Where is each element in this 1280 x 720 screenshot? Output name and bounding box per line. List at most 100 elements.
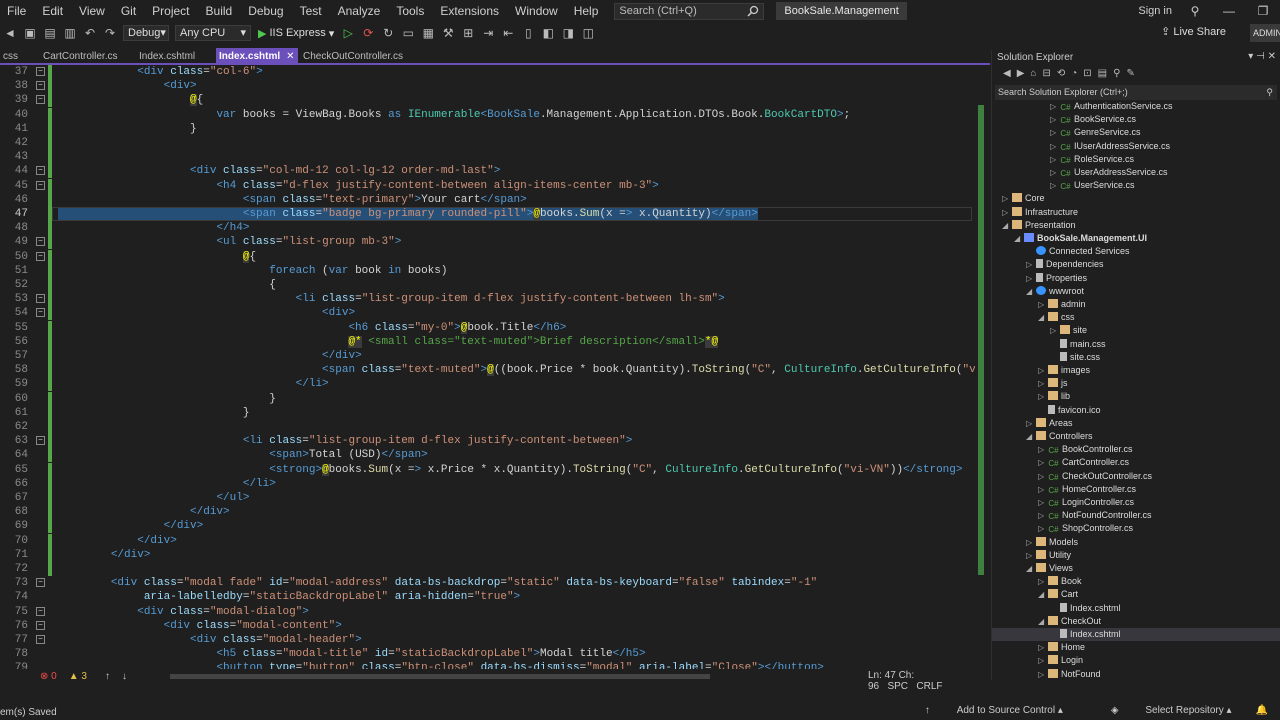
collapsed-icon[interactable]: ▷ bbox=[1038, 298, 1048, 311]
tree-item[interactable]: ▷ C# UserService.cs bbox=[1050, 179, 1135, 192]
save-all-icon[interactable]: ▥ bbox=[62, 25, 78, 41]
code-line[interactable]: 54− <div> bbox=[0, 306, 975, 321]
collapsed-icon[interactable]: ▷ bbox=[1038, 377, 1048, 390]
error-count[interactable]: ⊗ 0 bbox=[40, 671, 57, 682]
up-arrow-icon[interactable]: ↑ bbox=[105, 671, 110, 682]
filter-icon[interactable]: ⚲ bbox=[1113, 68, 1126, 79]
menu-extensions[interactable]: Extensions bbox=[432, 0, 507, 22]
tree-item[interactable]: ▷ Properties bbox=[1026, 272, 1087, 285]
code-line[interactable]: 55 <h6 class="my-0">@book.Title</h6> bbox=[0, 320, 975, 335]
code-line[interactable]: 70 </div> bbox=[0, 533, 975, 548]
redo-icon[interactable]: ↷ bbox=[102, 25, 118, 41]
search-input[interactable]: Search (Ctrl+Q) bbox=[614, 2, 765, 20]
collapse-icon[interactable]: − bbox=[36, 620, 45, 630]
tree-item[interactable]: ◢ Views bbox=[1026, 562, 1073, 575]
tree-item[interactable]: ▷ Login bbox=[1038, 654, 1083, 667]
tree-item[interactable]: ◢ CheckOut bbox=[1038, 615, 1101, 628]
collapse-icon[interactable]: − bbox=[36, 67, 45, 76]
code-line[interactable]: 53− <li class="list-group-item d-flex ju… bbox=[0, 292, 975, 307]
collapsed-icon[interactable]: ▷ bbox=[1038, 522, 1048, 535]
code-line[interactable]: 47 <span class="badge bg-primary rounded… bbox=[0, 207, 975, 221]
collapsed-icon[interactable]: ▷ bbox=[1026, 258, 1036, 271]
code-line[interactable]: 77− <div class="modal-header"> bbox=[0, 633, 975, 647]
collapsed-icon[interactable]: ▷ bbox=[1038, 641, 1048, 654]
add-source-control-button[interactable]: ↑ Add to Source Control ▴ bbox=[901, 705, 1063, 716]
collapsed-icon[interactable]: ▷ bbox=[1038, 654, 1048, 667]
align-icon[interactable]: ⊞ bbox=[460, 25, 476, 41]
switch-views-icon[interactable]: ⊟ bbox=[1042, 68, 1056, 79]
start-without-debug-icon[interactable]: ▷ bbox=[340, 25, 356, 41]
build-icon[interactable]: ⚒ bbox=[440, 25, 456, 41]
menu-build[interactable]: Build bbox=[198, 0, 241, 22]
menu-git[interactable]: Git bbox=[113, 0, 144, 22]
tree-item[interactable]: ▷ C# ShopController.cs bbox=[1038, 522, 1133, 535]
code-line[interactable]: 38− <div> bbox=[0, 79, 975, 94]
collapse-icon[interactable]: − bbox=[36, 237, 45, 247]
code-line[interactable]: 51 foreach (var book in books) bbox=[0, 263, 975, 278]
expanded-icon[interactable]: ◢ bbox=[1038, 615, 1048, 628]
collapsed-icon[interactable]: ▷ bbox=[1002, 206, 1012, 219]
expanded-icon[interactable]: ◢ bbox=[1026, 285, 1036, 298]
tree-item[interactable]: ▷ C# HomeController.cs bbox=[1038, 483, 1136, 496]
code-line[interactable]: 41 } bbox=[0, 121, 975, 136]
sync-icon[interactable]: ⟲ bbox=[1057, 68, 1071, 79]
collapsed-icon[interactable]: ▷ bbox=[1050, 153, 1060, 166]
collapsed-icon[interactable]: ▷ bbox=[1026, 549, 1036, 562]
outdent-icon[interactable]: ⇤ bbox=[500, 25, 516, 41]
tree-item[interactable]: ▷ Utility bbox=[1026, 549, 1071, 562]
code-line[interactable]: 60 } bbox=[0, 391, 975, 406]
code-line[interactable]: 40 var books = ViewBag.Books as IEnumera… bbox=[0, 107, 975, 122]
menu-tools[interactable]: Tools bbox=[388, 0, 432, 22]
undo-icon[interactable]: ↶ bbox=[82, 25, 98, 41]
tree-item[interactable]: ▷ C# LoginController.cs bbox=[1038, 496, 1134, 509]
code-line[interactable]: 45− <h4 class="d-flex justify-content-be… bbox=[0, 178, 975, 193]
menu-help[interactable]: Help bbox=[566, 0, 607, 22]
collapse-icon[interactable]: − bbox=[36, 578, 45, 588]
select-repository-button[interactable]: ◈ Select Repository ▴ bbox=[1087, 705, 1232, 716]
clear-bookmarks-icon[interactable]: ◫ bbox=[580, 25, 596, 41]
tree-item[interactable]: ▷ C# IUserAddressService.cs bbox=[1050, 140, 1170, 153]
live-share-button[interactable]: ⇪ Live Share bbox=[1161, 25, 1226, 38]
tree-item[interactable]: main.css bbox=[1050, 338, 1106, 351]
next-bookmark-icon[interactable]: ◨ bbox=[560, 25, 576, 41]
menu-edit[interactable]: Edit bbox=[34, 0, 71, 22]
collapse-icon[interactable]: − bbox=[36, 180, 45, 190]
tree-item[interactable]: ◢ css bbox=[1038, 311, 1075, 324]
collapse-icon[interactable]: − bbox=[36, 308, 45, 318]
tree-item[interactable]: ▷ C# UserAddressService.cs bbox=[1050, 166, 1168, 179]
tree-item[interactable]: ◢ Presentation bbox=[1002, 219, 1076, 232]
account-icon[interactable]: ⚲ bbox=[1178, 0, 1212, 22]
collapsed-icon[interactable]: ▷ bbox=[1038, 443, 1048, 456]
notifications-icon[interactable]: 🔔 bbox=[1256, 705, 1268, 716]
collapsed-icon[interactable]: ▷ bbox=[1050, 179, 1060, 192]
tree-item[interactable]: favicon.ico bbox=[1038, 404, 1101, 417]
code-line[interactable]: 66 </li> bbox=[0, 476, 975, 491]
refresh-icon[interactable]: ↻ bbox=[380, 25, 396, 41]
code-line[interactable]: 50− @{ bbox=[0, 249, 975, 264]
code-line[interactable]: 61 } bbox=[0, 405, 975, 420]
tab-index-cart[interactable]: Index.cshtml bbox=[136, 48, 198, 65]
run-button[interactable]: ▶ IIS Express ▾ bbox=[258, 27, 334, 40]
code-line[interactable]: 68 </div> bbox=[0, 505, 975, 520]
minimize-button[interactable]: — bbox=[1212, 0, 1246, 22]
code-line[interactable]: 43 bbox=[0, 150, 975, 165]
collapse-icon[interactable]: − bbox=[36, 294, 45, 304]
tree-item[interactable]: ▷ Infrastructure bbox=[1002, 206, 1078, 219]
tree-item[interactable]: Connected Services bbox=[1026, 245, 1130, 258]
collapsed-icon[interactable]: ▷ bbox=[1026, 417, 1036, 430]
tree-item[interactable]: Index.cshtml bbox=[992, 628, 1280, 641]
tree-item[interactable]: ▷ Home bbox=[1038, 641, 1085, 654]
code-line[interactable]: 74 aria-labelledby="staticBackdropLabel"… bbox=[0, 590, 975, 604]
warning-count[interactable]: ▲ 3 bbox=[69, 671, 87, 682]
hot-reload-icon[interactable]: ⟳ bbox=[360, 25, 376, 41]
new-project-icon[interactable]: ▣ bbox=[22, 25, 38, 41]
code-line[interactable]: 42 bbox=[0, 136, 975, 150]
menu-debug[interactable]: Debug bbox=[240, 0, 291, 22]
browser-icon[interactable]: ▭ bbox=[400, 25, 416, 41]
collapse-all-icon[interactable]: ⊡ bbox=[1083, 68, 1097, 79]
save-icon[interactable]: ▤ bbox=[42, 25, 58, 41]
tree-item[interactable]: ▷ C# CheckOutController.cs bbox=[1038, 470, 1152, 483]
configuration-select[interactable]: Debug ▾ bbox=[123, 25, 169, 41]
code-line[interactable]: 63− <li class="list-group-item d-flex ju… bbox=[0, 434, 975, 449]
expanded-icon[interactable]: ◢ bbox=[1038, 588, 1048, 601]
